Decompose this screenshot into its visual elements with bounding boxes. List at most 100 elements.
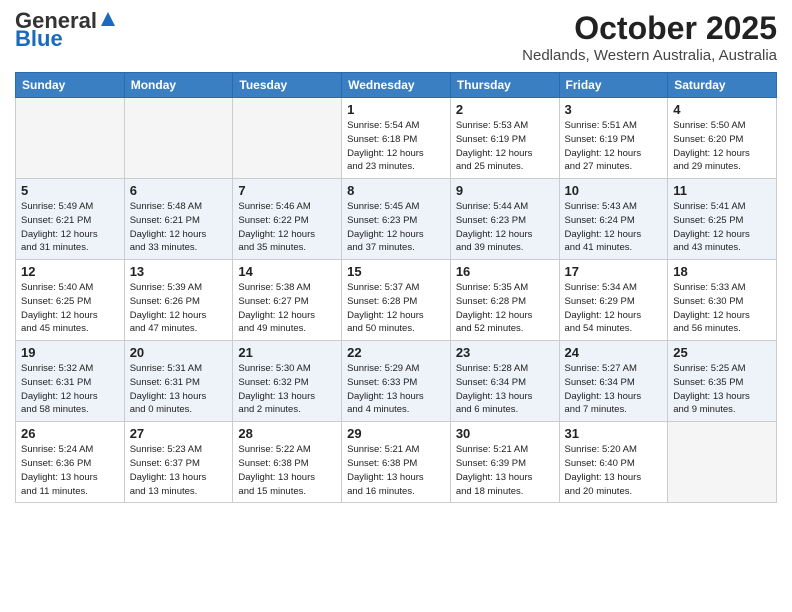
day-number: 30 (456, 426, 554, 441)
calendar-day-10: 10 Sunrise: 5:43 AM Sunset: 6:24 PM Dayli… (559, 179, 668, 260)
month-title: October 2025 (522, 10, 777, 47)
calendar-week-row: 26 Sunrise: 5:24 AM Sunset: 6:36 PM Dayli… (16, 422, 777, 503)
day-detail: Sunrise: 5:34 AM Sunset: 6:29 PM Dayligh… (565, 281, 663, 336)
calendar-day-17: 17 Sunrise: 5:34 AM Sunset: 6:29 PM Dayli… (559, 260, 668, 341)
calendar-day-15: 15 Sunrise: 5:37 AM Sunset: 6:28 PM Dayli… (342, 260, 451, 341)
calendar-day-21: 21 Sunrise: 5:30 AM Sunset: 6:32 PM Dayli… (233, 341, 342, 422)
day-number: 10 (565, 183, 663, 198)
day-detail: Sunrise: 5:46 AM Sunset: 6:22 PM Dayligh… (238, 200, 336, 255)
calendar-day-25: 25 Sunrise: 5:25 AM Sunset: 6:35 PM Dayli… (668, 341, 777, 422)
calendar-day-1: 1 Sunrise: 5:54 AM Sunset: 6:18 PM Daylig… (342, 98, 451, 179)
calendar-day-30: 30Sunrise: 5:21 AM Sunset: 6:39 PM Dayli… (450, 422, 559, 503)
day-number: 26 (21, 426, 119, 441)
day-number: 6 (130, 183, 228, 198)
day-detail: Sunrise: 5:30 AM Sunset: 6:32 PM Dayligh… (238, 362, 336, 417)
weekday-header-row: SundayMondayTuesdayWednesdayThursdayFrid… (16, 73, 777, 98)
calendar-day-6: 6Sunrise: 5:48 AM Sunset: 6:21 PM Daylig… (124, 179, 233, 260)
day-detail: Sunrise: 5:24 AM Sunset: 6:36 PM Dayligh… (21, 443, 119, 498)
calendar-day-31: 31 Sunrise: 5:20 AM Sunset: 6:40 PM Dayli… (559, 422, 668, 503)
day-detail: Sunrise: 5:20 AM Sunset: 6:40 PM Dayligh… (565, 443, 663, 498)
day-detail: Sunrise: 5:31 AM Sunset: 6:31 PM Dayligh… (130, 362, 228, 417)
weekday-header-thursday: Thursday (450, 73, 559, 98)
day-detail: Sunrise: 5:21 AM Sunset: 6:38 PM Dayligh… (347, 443, 445, 498)
weekday-header-sunday: Sunday (16, 73, 125, 98)
weekday-header-tuesday: Tuesday (233, 73, 342, 98)
day-number: 13 (130, 264, 228, 279)
calendar-week-row: 5 Sunrise: 5:49 AM Sunset: 6:21 PM Daylig… (16, 179, 777, 260)
day-number: 31 (565, 426, 663, 441)
day-number: 9 (456, 183, 554, 198)
day-detail: Sunrise: 5:37 AM Sunset: 6:28 PM Dayligh… (347, 281, 445, 336)
title-block: October 2025 Nedlands, Western Australia… (522, 10, 777, 64)
weekday-header-saturday: Saturday (668, 73, 777, 98)
day-detail: Sunrise: 5:29 AM Sunset: 6:33 PM Dayligh… (347, 362, 445, 417)
day-detail: Sunrise: 5:53 AM Sunset: 6:19 PM Dayligh… (456, 119, 554, 174)
day-number: 5 (21, 183, 119, 198)
calendar-day-11: 11Sunrise: 5:41 AM Sunset: 6:25 PM Dayli… (668, 179, 777, 260)
calendar-day-9: 9Sunrise: 5:44 AM Sunset: 6:23 PM Daylig… (450, 179, 559, 260)
weekday-header-monday: Monday (124, 73, 233, 98)
day-number: 20 (130, 345, 228, 360)
day-detail: Sunrise: 5:50 AM Sunset: 6:20 PM Dayligh… (673, 119, 771, 174)
calendar-day-12: 12 Sunrise: 5:40 AM Sunset: 6:25 PM Dayli… (16, 260, 125, 341)
calendar-week-row: 19Sunrise: 5:32 AM Sunset: 6:31 PM Dayli… (16, 341, 777, 422)
day-number: 25 (673, 345, 771, 360)
day-number: 8 (347, 183, 445, 198)
day-detail: Sunrise: 5:43 AM Sunset: 6:24 PM Dayligh… (565, 200, 663, 255)
day-number: 21 (238, 345, 336, 360)
day-number: 15 (347, 264, 445, 279)
calendar-empty-cell (233, 98, 342, 179)
day-number: 2 (456, 102, 554, 117)
day-detail: Sunrise: 5:38 AM Sunset: 6:27 PM Dayligh… (238, 281, 336, 336)
day-number: 3 (565, 102, 663, 117)
day-detail: Sunrise: 5:35 AM Sunset: 6:28 PM Dayligh… (456, 281, 554, 336)
day-detail: Sunrise: 5:39 AM Sunset: 6:26 PM Dayligh… (130, 281, 228, 336)
day-detail: Sunrise: 5:33 AM Sunset: 6:30 PM Dayligh… (673, 281, 771, 336)
calendar-day-28: 28 Sunrise: 5:22 AM Sunset: 6:38 PM Dayli… (233, 422, 342, 503)
calendar-day-19: 19Sunrise: 5:32 AM Sunset: 6:31 PM Dayli… (16, 341, 125, 422)
day-number: 4 (673, 102, 771, 117)
calendar-empty-cell (668, 422, 777, 503)
day-detail: Sunrise: 5:23 AM Sunset: 6:37 PM Dayligh… (130, 443, 228, 498)
weekday-header-friday: Friday (559, 73, 668, 98)
header: General Blue October 2025 Nedlands, West… (15, 10, 777, 64)
day-number: 14 (238, 264, 336, 279)
calendar-day-20: 20 Sunrise: 5:31 AM Sunset: 6:31 PM Dayli… (124, 341, 233, 422)
calendar-day-18: 18 Sunrise: 5:33 AM Sunset: 6:30 PM Dayli… (668, 260, 777, 341)
day-detail: Sunrise: 5:49 AM Sunset: 6:21 PM Dayligh… (21, 200, 119, 255)
day-number: 16 (456, 264, 554, 279)
calendar-week-row: 12 Sunrise: 5:40 AM Sunset: 6:25 PM Dayli… (16, 260, 777, 341)
day-detail: Sunrise: 5:25 AM Sunset: 6:35 PM Dayligh… (673, 362, 771, 417)
day-number: 22 (347, 345, 445, 360)
calendar-day-7: 7Sunrise: 5:46 AM Sunset: 6:22 PM Daylig… (233, 179, 342, 260)
calendar-day-3: 3 Sunrise: 5:51 AM Sunset: 6:19 PM Daylig… (559, 98, 668, 179)
day-detail: Sunrise: 5:40 AM Sunset: 6:25 PM Dayligh… (21, 281, 119, 336)
calendar-day-2: 2 Sunrise: 5:53 AM Sunset: 6:19 PM Daylig… (450, 98, 559, 179)
day-detail: Sunrise: 5:51 AM Sunset: 6:19 PM Dayligh… (565, 119, 663, 174)
calendar-week-row: 1 Sunrise: 5:54 AM Sunset: 6:18 PM Daylig… (16, 98, 777, 179)
calendar-day-14: 14 Sunrise: 5:38 AM Sunset: 6:27 PM Dayli… (233, 260, 342, 341)
day-number: 28 (238, 426, 336, 441)
calendar-empty-cell (124, 98, 233, 179)
calendar-table: SundayMondayTuesdayWednesdayThursdayFrid… (15, 72, 777, 503)
day-number: 17 (565, 264, 663, 279)
day-number: 1 (347, 102, 445, 117)
day-detail: Sunrise: 5:41 AM Sunset: 6:25 PM Dayligh… (673, 200, 771, 255)
calendar-day-27: 27Sunrise: 5:23 AM Sunset: 6:37 PM Dayli… (124, 422, 233, 503)
calendar-day-8: 8Sunrise: 5:45 AM Sunset: 6:23 PM Daylig… (342, 179, 451, 260)
calendar-day-16: 16 Sunrise: 5:35 AM Sunset: 6:28 PM Dayli… (450, 260, 559, 341)
logo: General Blue (15, 10, 117, 50)
day-number: 23 (456, 345, 554, 360)
location-title: Nedlands, Western Australia, Australia (522, 47, 777, 64)
day-detail: Sunrise: 5:54 AM Sunset: 6:18 PM Dayligh… (347, 119, 445, 174)
day-detail: Sunrise: 5:22 AM Sunset: 6:38 PM Dayligh… (238, 443, 336, 498)
calendar-day-24: 24Sunrise: 5:27 AM Sunset: 6:34 PM Dayli… (559, 341, 668, 422)
day-detail: Sunrise: 5:32 AM Sunset: 6:31 PM Dayligh… (21, 362, 119, 417)
logo-icon (99, 10, 117, 28)
calendar-day-22: 22 Sunrise: 5:29 AM Sunset: 6:33 PM Dayli… (342, 341, 451, 422)
day-number: 12 (21, 264, 119, 279)
calendar-day-4: 4 Sunrise: 5:50 AM Sunset: 6:20 PM Daylig… (668, 98, 777, 179)
weekday-header-wednesday: Wednesday (342, 73, 451, 98)
day-number: 18 (673, 264, 771, 279)
day-detail: Sunrise: 5:28 AM Sunset: 6:34 PM Dayligh… (456, 362, 554, 417)
